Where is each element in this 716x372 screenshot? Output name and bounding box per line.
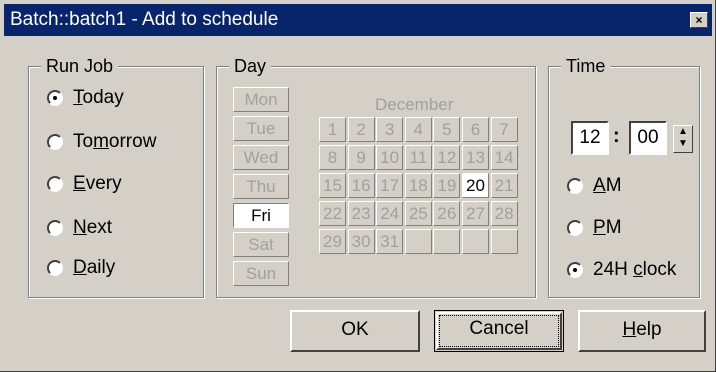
day-item-mon[interactable]: Mon bbox=[233, 87, 289, 112]
calendar-date[interactable]: 23 bbox=[347, 201, 375, 226]
day-legend: Day bbox=[229, 56, 272, 77]
radio-24h-clock-label: 24H clock bbox=[593, 259, 677, 280]
calendar-date[interactable]: 14 bbox=[490, 145, 518, 170]
calendar-date[interactable]: 26 bbox=[433, 201, 461, 226]
radio-circle[interactable] bbox=[47, 220, 63, 236]
calendar-date[interactable]: 10 bbox=[376, 145, 404, 170]
day-item-sat[interactable]: Sat bbox=[233, 232, 289, 257]
calendar-date[interactable]: 25 bbox=[404, 201, 432, 226]
radio-daily-label: Daily bbox=[73, 257, 116, 278]
help-button-label: Help bbox=[622, 319, 662, 340]
calendar-date[interactable]: 22 bbox=[319, 201, 346, 226]
calendar-date[interactable]: 13 bbox=[462, 145, 489, 170]
radio-every-label: Every bbox=[73, 173, 122, 194]
time-spinner[interactable]: ▲ ▼ bbox=[673, 125, 693, 153]
day-item-wed[interactable]: Wed bbox=[233, 145, 289, 170]
day-group: Day Mon Tue Wed Thu Fri Sat Sun December 12345… bbox=[216, 56, 536, 298]
calendar-date[interactable]: 18 bbox=[404, 173, 432, 198]
day-item-thu[interactable]: Thu bbox=[233, 174, 289, 199]
day-item-fri[interactable]: Fri bbox=[233, 203, 289, 228]
window-title: Batch::batch1 - Add to schedule bbox=[10, 9, 279, 30]
calendar-date[interactable]: 11 bbox=[404, 145, 432, 170]
calendar-empty-cell bbox=[433, 229, 461, 254]
time-legend: Time bbox=[561, 56, 611, 77]
calendar-date[interactable]: 9 bbox=[347, 145, 375, 170]
day-item-sun[interactable]: Sun bbox=[233, 261, 289, 286]
day-item-tue[interactable]: Tue bbox=[233, 116, 289, 141]
calendar-date[interactable]: 5 bbox=[433, 117, 461, 142]
calendar-date[interactable]: 30 bbox=[347, 229, 375, 254]
radio-circle[interactable] bbox=[567, 178, 583, 194]
radio-today-label: Today bbox=[73, 87, 124, 108]
calendar-date[interactable]: 31 bbox=[376, 229, 404, 254]
time-group: Time 12 : 00 ▲ ▼ AM PM 24H clock bbox=[548, 56, 700, 298]
radio-circle[interactable] bbox=[47, 260, 63, 276]
calendar-empty-cell bbox=[490, 229, 518, 254]
calendar-date[interactable]: 4 bbox=[404, 117, 432, 142]
radio-next-label: Next bbox=[73, 217, 113, 238]
spin-down-icon[interactable]: ▼ bbox=[674, 138, 692, 150]
add-to-schedule-dialog: Batch::batch1 - Add to schedule × Run Jo… bbox=[0, 0, 716, 372]
calendar-date[interactable]: 12 bbox=[433, 145, 461, 170]
calendar-empty-cell bbox=[404, 229, 432, 254]
title-bar[interactable]: Batch::batch1 - Add to schedule × bbox=[4, 4, 712, 36]
calendar-date[interactable]: 16 bbox=[347, 173, 375, 198]
radio-circle[interactable] bbox=[47, 134, 63, 150]
run-job-legend: Run Job bbox=[41, 56, 119, 77]
calendar-date[interactable]: 2 bbox=[347, 117, 375, 142]
radio-pm-label: PM bbox=[593, 217, 622, 238]
minute-field[interactable]: 00 bbox=[629, 121, 667, 155]
calendar-date[interactable]: 24 bbox=[376, 201, 404, 226]
calendar-date[interactable]: 15 bbox=[319, 173, 346, 198]
calendar-date[interactable]: 28 bbox=[490, 201, 518, 226]
calendar-empty-cell bbox=[462, 229, 489, 254]
radio-am-label: AM bbox=[593, 175, 622, 196]
radio-circle[interactable] bbox=[567, 262, 583, 278]
calendar-date[interactable]: 8 bbox=[319, 145, 346, 170]
hour-field[interactable]: 12 bbox=[571, 121, 609, 155]
radio-tomorrow-label: Tomorrow bbox=[73, 131, 157, 152]
ok-button[interactable]: OK bbox=[290, 310, 420, 352]
calendar-date[interactable]: 17 bbox=[376, 173, 404, 198]
month-label: December bbox=[375, 95, 454, 114]
calendar-date[interactable]: 29 bbox=[319, 229, 346, 254]
cancel-button[interactable]: Cancel bbox=[434, 310, 564, 352]
calendar-date[interactable]: 7 bbox=[490, 117, 518, 142]
calendar-date[interactable]: 20 bbox=[462, 173, 489, 198]
time-separator: : bbox=[613, 125, 620, 147]
calendar-date[interactable]: 19 bbox=[433, 173, 461, 198]
calendar-date[interactable]: 27 bbox=[462, 201, 489, 226]
calendar-date[interactable]: 1 bbox=[319, 117, 346, 142]
cancel-button-label: Cancel bbox=[469, 318, 529, 339]
calendar-date[interactable]: 3 bbox=[376, 117, 404, 142]
radio-circle[interactable] bbox=[47, 90, 63, 106]
run-job-group: Run Job Today Tomorrow Every Next Daily bbox=[28, 56, 204, 298]
calendar-date[interactable]: 21 bbox=[490, 173, 518, 198]
radio-circle[interactable] bbox=[47, 176, 63, 192]
spin-up-icon[interactable]: ▲ bbox=[674, 126, 692, 138]
radio-circle[interactable] bbox=[567, 220, 583, 236]
close-button[interactable]: × bbox=[690, 12, 708, 28]
calendar-date[interactable]: 6 bbox=[462, 117, 489, 142]
help-button[interactable]: Help bbox=[578, 310, 706, 352]
